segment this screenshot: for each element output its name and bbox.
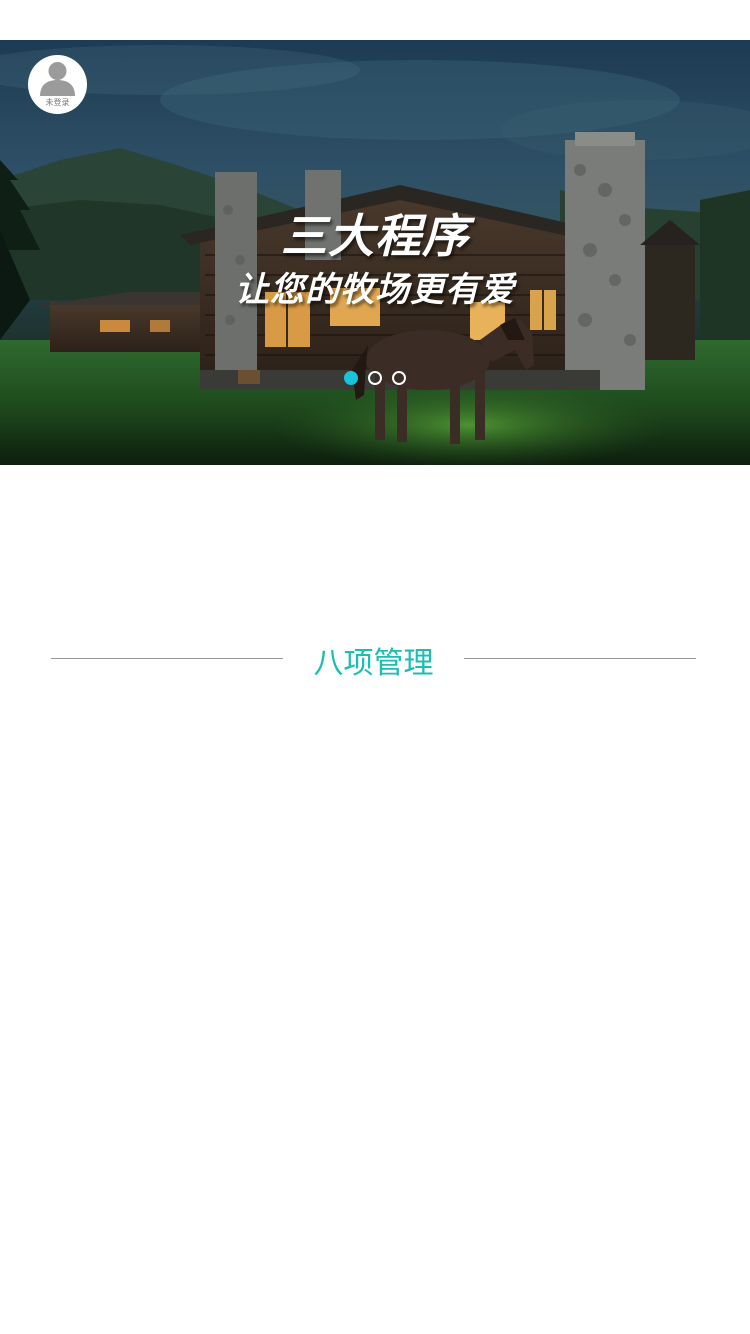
login-status-label: 未登录	[45, 98, 70, 107]
home-page: 三大程序 让您的牧场更有爱 未登录 八项管理	[0, 0, 750, 1334]
banner-subtitle: 让您的牧场更有爱	[235, 270, 515, 310]
carousel-dot-2[interactable]	[368, 371, 382, 385]
section-title: 八项管理	[313, 646, 434, 681]
divider-left	[51, 658, 283, 659]
banner-title: 三大程序	[281, 209, 469, 263]
banner-carousel[interactable]: 三大程序 让您的牧场更有爱	[0, 40, 750, 465]
divider-right	[464, 658, 696, 659]
carousel-dot-3[interactable]	[392, 371, 406, 385]
carousel-dot-1[interactable]	[344, 371, 358, 385]
carousel-indicators	[0, 371, 750, 385]
user-avatar[interactable]: 未登录	[28, 55, 87, 114]
status-bar	[0, 0, 750, 40]
section-heading: 八项管理	[51, 636, 696, 682]
user-icon	[40, 62, 75, 96]
